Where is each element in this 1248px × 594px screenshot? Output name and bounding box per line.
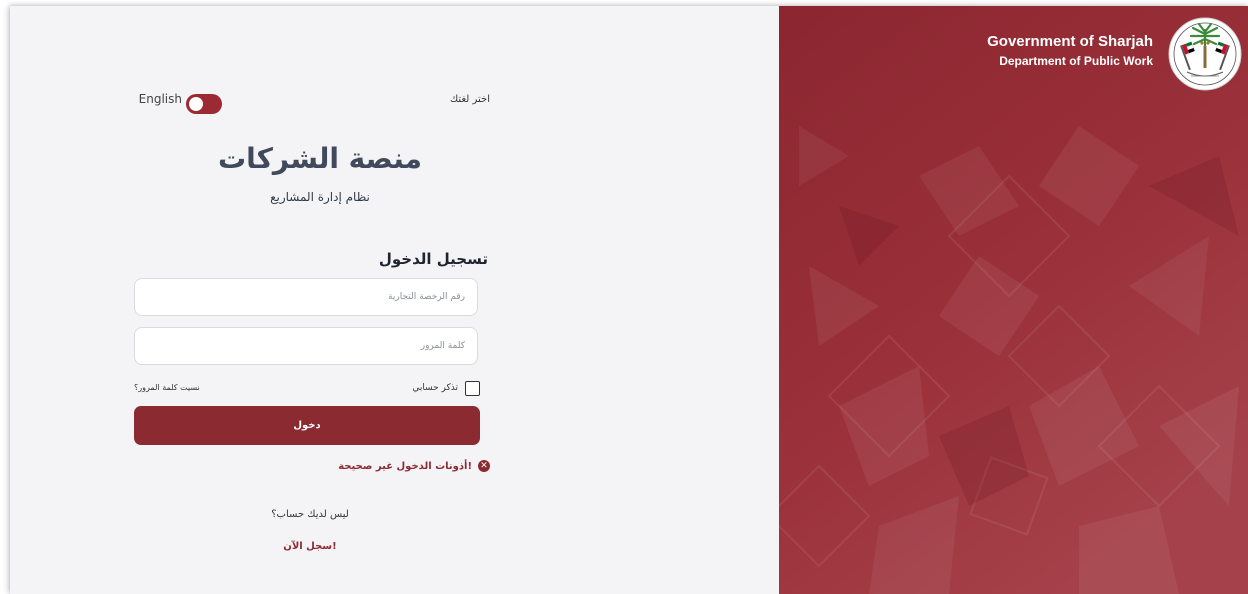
login-heading: تسجيل الدخول [378,250,488,268]
browser-window: اختر لغتك English منصة الشركات نظام إدار… [10,6,1248,594]
branding-panel: Government of Sharjah Department of Publ… [779,6,1248,594]
register-link[interactable]: سجل الآن! [210,541,410,552]
toggle-knob [189,97,203,111]
language-toggle[interactable] [186,94,222,114]
forgot-password-link[interactable]: نسيت كلمة المرور؟ [134,383,234,392]
password-input[interactable] [134,327,478,365]
license-number-input[interactable] [134,278,478,316]
platform-subtitle: نظام إدارة المشاريع [270,190,370,204]
remember-me: تذكر حسابي [390,380,480,396]
login-panel: اختر لغتك English منصة الشركات نظام إدار… [10,6,779,594]
geometric-pattern-background [779,6,1248,594]
government-name: Government of Sharjah [987,33,1153,50]
language-english-label: English [138,92,182,106]
choose-language-label: اختر لغتك [450,94,490,105]
error-message: أذونات الدخول غير صحيحة! [338,460,472,472]
remember-me-checkbox[interactable] [465,380,480,396]
sharjah-emblem-icon [1168,17,1242,91]
login-error: أذونات الدخول غير صحيحة! ✕ [310,458,490,474]
government-branding: Government of Sharjah Department of Publ… [909,32,1153,70]
platform-title: منصة الشركات [217,142,423,175]
no-account-text: ليس لديك حساب؟ [271,509,349,520]
login-button[interactable]: دخول [134,406,480,445]
remember-me-label: تذكر حسابي [412,383,458,393]
department-name: Department of Public Work [999,54,1153,68]
error-x-icon: ✕ [478,460,490,472]
